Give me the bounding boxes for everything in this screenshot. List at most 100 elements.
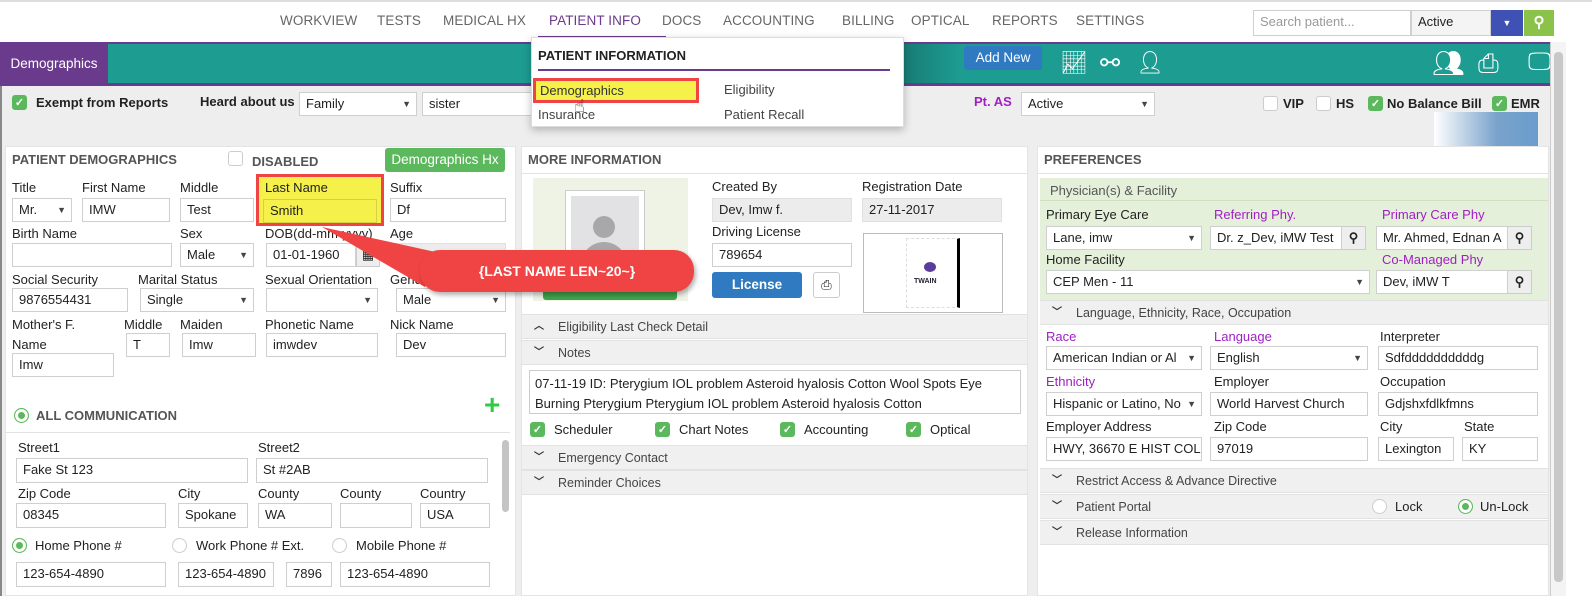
scrollbar-thumb[interactable] <box>1554 52 1563 582</box>
page-scrollbar[interactable] <box>1550 42 1566 596</box>
employer-address-input[interactable]: HWY, 36670 E HIST COL <box>1046 437 1202 461</box>
search-button[interactable]: ⚲ <box>1524 10 1554 36</box>
print-license-button[interactable]: ⎙ <box>813 272 840 298</box>
nav-docs[interactable]: DOCS <box>662 13 701 28</box>
nav-reports[interactable]: REPORTS <box>992 13 1058 28</box>
patient-search-icon[interactable]: 👤︎ <box>1136 50 1164 76</box>
mothers-name-input[interactable]: Imw <box>12 353 114 377</box>
nick-name-input[interactable]: Dev <box>396 333 506 357</box>
menu-item-insurance[interactable]: Insurance <box>538 107 595 122</box>
title-select[interactable]: Mr. ▼ <box>12 198 72 222</box>
nav-medical-hx[interactable]: MEDICAL HX <box>443 13 526 28</box>
marital-status-select[interactable]: Single ▼ <box>140 288 254 312</box>
status-dropdown-button[interactable]: ▼ <box>1491 10 1523 36</box>
nav-patient-info[interactable]: PATIENT INFO <box>549 13 641 28</box>
search-co-managed-phy-input-button[interactable]: ⚲ <box>1508 270 1532 294</box>
zip-input[interactable]: 08345 <box>16 503 166 528</box>
search-primary-care-phy-input-button[interactable]: ⚲ <box>1508 226 1532 250</box>
monitor-alert-icon[interactable]: 🖵︎ <box>1528 48 1551 76</box>
emr-checkbox[interactable]: ✓ <box>1492 96 1507 111</box>
race-select[interactable]: American Indian or Al ▼ <box>1046 346 1202 370</box>
ssn-input[interactable]: 9876554431 <box>12 288 128 312</box>
created-by-input[interactable]: Dev, Imw f. <box>712 198 852 222</box>
notes-textarea[interactable]: 07-11-19 ID: Pterygium IOL problem Aster… <box>529 370 1021 414</box>
home-phone-radio[interactable] <box>12 538 27 553</box>
nav-workview[interactable]: WORKVIEW <box>280 13 357 28</box>
work-phone-input[interactable]: 123-654-4890 <box>178 562 274 587</box>
street1-input[interactable]: Fake St 123 <box>16 458 248 483</box>
home-facility-select[interactable]: CEP Men - 11 ▼ <box>1046 270 1370 294</box>
interpreter-input[interactable]: Sdfddddddddddg <box>1378 346 1538 370</box>
exempt-checkbox[interactable]: ✓ <box>12 95 27 110</box>
language-ethnicity-accordion[interactable]: ﹀ Language, Ethnicity, Race, Occupation <box>1040 300 1548 325</box>
co-managed-phy-input[interactable]: Dev, iMW T <box>1376 270 1508 294</box>
patient-chat-icon[interactable]: 👥︎ <box>1432 48 1465 79</box>
portal-unlock-radio[interactable] <box>1458 499 1473 514</box>
county2-input[interactable] <box>340 503 412 528</box>
tab-demographics[interactable]: Demographics <box>0 44 108 83</box>
portal-lock-radio[interactable] <box>1372 499 1387 514</box>
primary-eye-care-select[interactable]: Lane, imw ▼ <box>1046 226 1202 250</box>
reminder-choices-accordion[interactable]: ﹀ Reminder Choices <box>522 470 1027 495</box>
add-communication-icon[interactable]: + <box>484 389 500 421</box>
release-information-accordion[interactable]: ﹀ Release Information <box>1040 520 1548 545</box>
restrict-access-accordion[interactable]: ﹀ Restrict Access & Advance Directive <box>1040 468 1548 493</box>
notes-accordion[interactable]: ﹀ Notes <box>522 340 1027 365</box>
middle-name-input[interactable]: Test <box>180 198 254 222</box>
notes-chart-notes-checkbox[interactable]: ✓ <box>655 422 670 437</box>
first-name-input[interactable]: IMW <box>82 198 170 222</box>
phonetic-name-input[interactable]: imwdev <box>266 333 378 357</box>
country-input[interactable]: USA <box>420 503 490 528</box>
add-new-button[interactable]: Add New <box>964 46 1042 70</box>
search-patient-input[interactable]: Search patient... <box>1253 10 1411 36</box>
mobile-phone-radio[interactable] <box>332 538 347 553</box>
heard-about-detail-input[interactable]: sister <box>422 92 534 116</box>
language-select[interactable]: English ▼ <box>1210 346 1368 370</box>
menu-item-patient-recall[interactable]: Patient Recall <box>724 107 804 122</box>
employer-input[interactable]: World Harvest Church <box>1210 392 1368 416</box>
eligibility-accordion[interactable]: ︿ Eligibility Last Check Detail <box>522 314 1027 339</box>
pt-as-select[interactable]: Active ▼ <box>1021 92 1155 116</box>
notes-accounting-checkbox[interactable]: ✓ <box>780 422 795 437</box>
chart-growth-icon[interactable]: 📈︎ <box>1060 50 1088 76</box>
scanned-license-image[interactable]: TWAIN <box>863 233 1003 313</box>
heard-about-select[interactable]: Family ▼ <box>299 92 417 116</box>
hs-checkbox[interactable] <box>1316 96 1331 111</box>
employer-city-input[interactable]: Lexington <box>1378 437 1454 461</box>
workflow-icon[interactable]: ⚯ <box>1100 49 1120 78</box>
driving-license-input[interactable]: 789654 <box>712 243 852 267</box>
nav-accounting[interactable]: ACCOUNTING <box>723 13 815 28</box>
printer-icon[interactable]: ⎙ <box>1478 48 1499 80</box>
patient-status-select[interactable]: Active <box>1411 10 1491 36</box>
county-input[interactable]: WA <box>258 503 332 528</box>
nav-billing[interactable]: BILLING <box>842 13 894 28</box>
employer-zip-input[interactable]: 97019 <box>1210 437 1368 461</box>
license-button[interactable]: License <box>712 272 802 298</box>
nav-optical[interactable]: OPTICAL <box>911 13 969 28</box>
notes-scheduler-checkbox[interactable]: ✓ <box>530 422 545 437</box>
work-ext-input[interactable]: 7896 <box>286 562 332 587</box>
emergency-contact-accordion[interactable]: ﹀ Emergency Contact <box>522 445 1027 470</box>
all-communication-radio[interactable] <box>14 408 29 423</box>
mother-middle-input[interactable]: T <box>126 333 170 357</box>
sex-select[interactable]: Male ▼ <box>180 243 254 267</box>
menu-item-demographics[interactable]: Demographics <box>533 78 699 103</box>
demographics-hx-button[interactable]: Demographics Hx <box>385 148 505 172</box>
work-phone-radio[interactable] <box>172 538 187 553</box>
registration-date-input[interactable]: 27-11-2017 <box>862 198 1002 222</box>
vip-checkbox[interactable] <box>1263 96 1278 111</box>
no-balance-bill-checkbox[interactable]: ✓ <box>1368 96 1383 111</box>
birth-name-input[interactable] <box>12 243 172 267</box>
ethnicity-select[interactable]: Hispanic or Latino, No ▼ <box>1046 392 1202 416</box>
nav-tests[interactable]: TESTS <box>377 13 421 28</box>
menu-item-eligibility[interactable]: Eligibility <box>724 82 775 97</box>
maiden-input[interactable]: Imw <box>182 333 256 357</box>
mobile-phone-input[interactable]: 123-654-4890 <box>340 562 490 587</box>
communication-scrollbar[interactable] <box>502 440 509 512</box>
street2-input[interactable]: St #2AB <box>256 458 488 483</box>
home-phone-input[interactable]: 123-654-4890 <box>16 562 166 587</box>
occupation-input[interactable]: Gdjshxfdlkfmns <box>1378 392 1538 416</box>
city-input[interactable]: Spokane <box>178 503 248 528</box>
employer-state-input[interactable]: KY <box>1462 437 1538 461</box>
referring-phy-input[interactable]: Dr. z_Dev, iMW Test <box>1210 226 1342 250</box>
